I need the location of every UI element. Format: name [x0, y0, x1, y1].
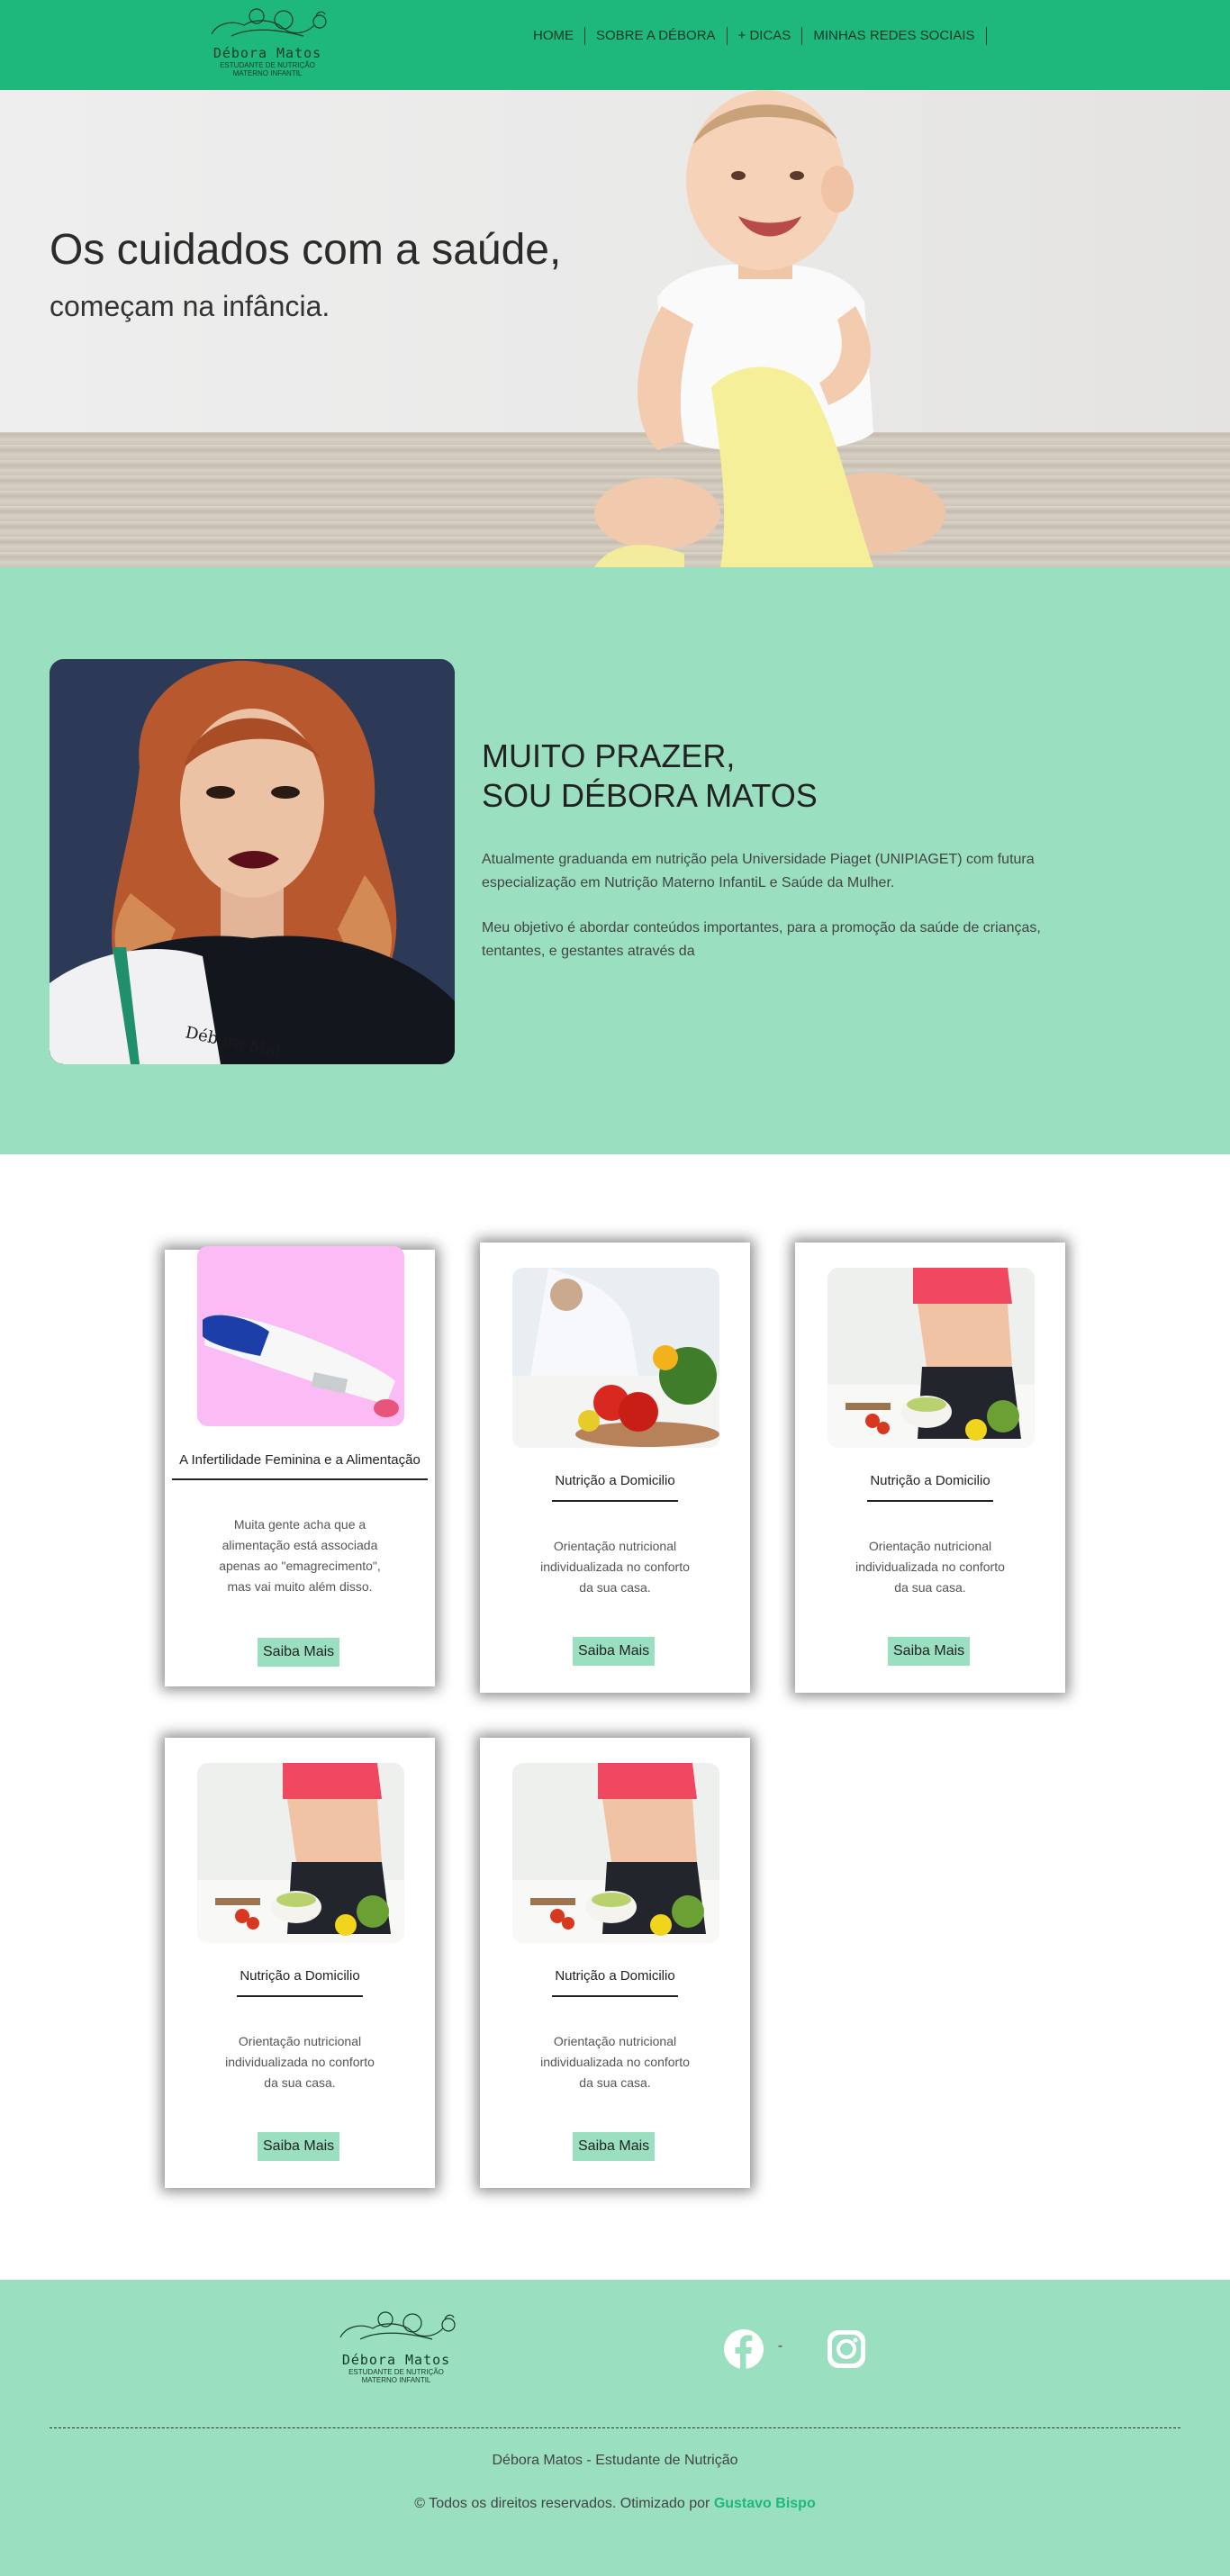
profile-photo: Débora Mat	[50, 659, 455, 1064]
card-description-line: Orientação nutricional	[238, 2034, 362, 2048]
about-paragraph-2: Meu objetivo é abordar conteúdos importa…	[482, 920, 1041, 959]
card-title: Nutrição a Domicilio	[240, 1968, 360, 1984]
about-paragraph-1: Atualmente graduanda em nutrição pela Un…	[482, 852, 1035, 890]
card-description-line: Orientação nutricional	[553, 2034, 677, 2048]
card-image-fitness-salad	[512, 1763, 719, 1943]
card-description-line: alimentação está associada	[222, 1538, 378, 1552]
main-nav: HOME SOBRE A DÉBORA + DICAS MINHAS REDES…	[522, 27, 987, 45]
card-nutricao-domicilio: Nutrição a Domicilio Orientação nutricio…	[795, 1243, 1065, 1693]
card-description-line: individualizada no conforto	[540, 2055, 690, 2069]
nav-home[interactable]: HOME	[522, 27, 585, 45]
logo-name: Débora Matos	[213, 45, 322, 61]
hero-banner: Os cuidados com a saúde, começam na infâ…	[0, 90, 1230, 567]
saiba-mais-button[interactable]: Saiba Mais	[258, 2132, 340, 2161]
card-title-underline	[172, 1478, 428, 1480]
footer-copyright: © Todos os direitos reservados. Otimizad…	[0, 2496, 1230, 2512]
card-title: Nutrição a Domicilio	[555, 1473, 675, 1488]
mother-baby-logo-icon	[339, 2311, 456, 2340]
author-link[interactable]: Gustavo Bispo	[714, 2496, 816, 2511]
card-title-underline	[237, 1995, 363, 1997]
card-description-line: da sua casa.	[894, 1580, 966, 1595]
card-title: Nutrição a Domicilio	[870, 1473, 990, 1488]
logo-subtitle: MATERNO INFANTIL	[232, 69, 303, 77]
card-description: Orientação nutricional individualizada n…	[201, 2031, 399, 2093]
card-description-line: individualizada no conforto	[855, 1559, 1005, 1574]
card-image-fitness-salad	[197, 1763, 404, 1943]
footer-name-line: Débora Matos - Estudante de Nutrição	[492, 2453, 738, 2468]
footer-logo[interactable]: Débora Matos ESTUDANTE DE NUTRIÇÃO MATER…	[329, 2303, 464, 2384]
baby-photo	[594, 90, 945, 567]
logo-subtitle: ESTUDANTE DE NUTRIÇÃO	[348, 2368, 444, 2376]
card-title-underline	[552, 1500, 678, 1502]
card-description-line: da sua casa.	[264, 2075, 336, 2090]
hero-subtitle: começam na infância.	[50, 290, 330, 322]
card-nutricao-domicilio: Nutrição a Domicilio Orientação nutricio…	[480, 1243, 750, 1693]
about-heading-line1: MUITO PRAZER,	[482, 737, 736, 774]
card-description-line: Orientação nutricional	[553, 1539, 677, 1553]
card-nutricao-domicilio: Nutrição a Domicilio Orientação nutricio…	[165, 1738, 435, 2188]
card-description: Orientação nutricional individualizada n…	[516, 1536, 714, 1598]
card-description-line: da sua casa.	[579, 1580, 651, 1595]
mother-baby-logo-icon	[211, 8, 327, 37]
card-description-line: Orientação nutricional	[868, 1539, 992, 1553]
facebook-icon[interactable]	[723, 2328, 764, 2370]
instagram-icon[interactable]	[826, 2328, 867, 2370]
card-description-line: Muita gente acha que a	[233, 1517, 366, 1532]
card-title: A Infertilidade Feminina e a Alimentação	[179, 1452, 421, 1468]
saiba-mais-button[interactable]: Saiba Mais	[573, 2132, 656, 2161]
card-description-line: apenas ao "emagrecimento",	[219, 1559, 381, 1573]
nav-dicas[interactable]: + DICAS	[728, 27, 803, 45]
saiba-mais-button[interactable]: Saiba Mais	[258, 1638, 340, 1667]
saiba-mais-button[interactable]: Saiba Mais	[888, 1637, 971, 1666]
card-image-pregnancy-test	[197, 1246, 404, 1426]
logo-subtitle: MATERNO INFANTIL	[361, 2376, 431, 2384]
logo-subtitle: ESTUDANTE DE NUTRIÇÃO	[220, 61, 315, 69]
card-description-line: individualizada no conforto	[225, 2055, 375, 2069]
hero-title: Os cuidados com a saúde,	[50, 226, 562, 274]
card-description-line: mas vai muito além disso.	[227, 1579, 373, 1594]
card-title-underline	[552, 1995, 678, 1997]
site-header: Débora Matos ESTUDANTE DE NUTRIÇÃO MATER…	[0, 0, 1230, 90]
site-logo[interactable]: Débora Matos ESTUDANTE DE NUTRIÇÃO MATER…	[200, 0, 335, 90]
card-title-underline	[867, 1500, 993, 1502]
copyright-text: © Todos os direitos reservados. Otimizad…	[414, 2496, 710, 2511]
card-infertilidade: A Infertilidade Feminina e a Alimentação…	[165, 1246, 435, 1686]
footer-divider	[50, 2427, 1180, 2428]
social-separator: -	[778, 2339, 783, 2354]
nav-sobre[interactable]: SOBRE A DÉBORA	[585, 27, 728, 45]
about-heading: MUITO PRAZER, SOU DÉBORA MATOS	[482, 737, 818, 816]
card-nutricao-domicilio: Nutrição a Domicilio Orientação nutricio…	[480, 1738, 750, 2188]
card-title: Nutrição a Domicilio	[555, 1968, 675, 1984]
nav-redes-sociais[interactable]: MINHAS REDES SOCIAIS	[802, 27, 987, 45]
card-description: Orientação nutricional individualizada n…	[831, 1536, 1029, 1598]
card-image-fitness-salad	[828, 1268, 1035, 1448]
about-heading-line2: SOU DÉBORA MATOS	[482, 777, 818, 814]
card-description: Orientação nutricional individualizada n…	[516, 2031, 714, 2093]
logo-name: Débora Matos	[341, 2352, 451, 2368]
saiba-mais-button[interactable]: Saiba Mais	[573, 1637, 656, 1666]
card-image-nutritionist-vegetables	[512, 1268, 719, 1448]
card-description-line: individualizada no conforto	[540, 1559, 690, 1574]
site-footer: Débora Matos ESTUDANTE DE NUTRIÇÃO MATER…	[0, 2280, 1230, 2576]
about-section: Débora Mat MUITO PRAZER, SOU DÉBORA MATO…	[0, 567, 1230, 1154]
card-description-line: da sua casa.	[579, 2075, 651, 2090]
card-description: Muita gente acha que a alimentação está …	[201, 1514, 399, 1597]
